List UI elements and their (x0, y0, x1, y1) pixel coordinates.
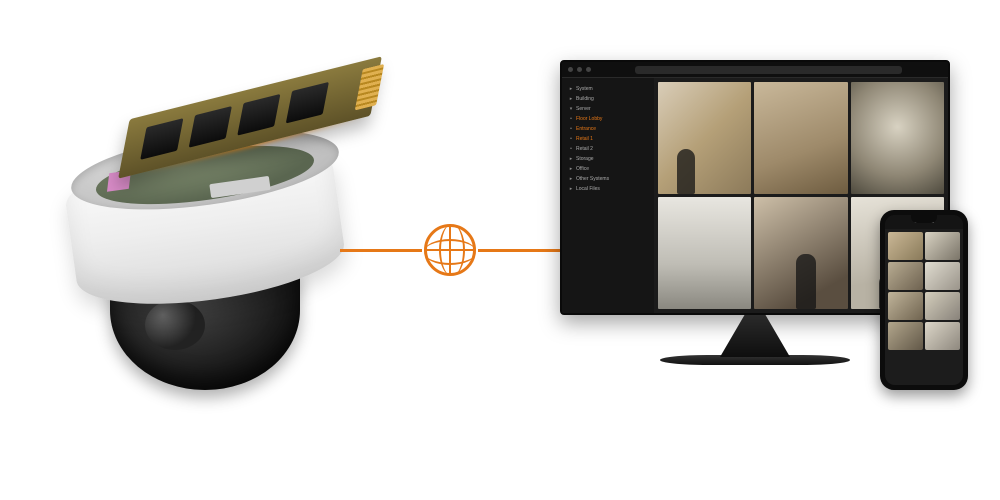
phone-camera-thumbnail (888, 262, 923, 290)
camera-feed (754, 197, 847, 309)
tree-item: ▸Other Systems (566, 174, 650, 184)
phone-camera-thumbnail (925, 322, 960, 350)
tree-item-label: Office (576, 166, 589, 172)
ssd-nand-chip (189, 106, 232, 148)
camera-feed (851, 82, 944, 194)
mobile-phone: Cameras (880, 210, 968, 390)
window-control-icon (577, 67, 582, 72)
globe-icon (424, 224, 476, 276)
network-connection (340, 224, 560, 276)
tree-expand-icon: • (568, 145, 574, 153)
camera-feed (658, 82, 751, 194)
tree-item: ▸System (566, 84, 650, 94)
phone-thumbnail-grid (885, 229, 963, 385)
tree-expand-icon: ▾ (568, 105, 574, 113)
tree-item-label: Storage (576, 156, 594, 162)
phone-notch (911, 215, 937, 223)
ssd-nand-chip (140, 118, 183, 160)
tree-item: ▾Server (566, 104, 650, 114)
tree-item: •Floor Lobby (566, 114, 650, 124)
tree-item: ▸Local Files (566, 184, 650, 194)
camera-with-ssd-illustration (40, 50, 360, 430)
tree-item-label: System (576, 86, 593, 92)
tree-expand-icon: ▸ (568, 85, 574, 93)
phone-camera-thumbnail (888, 322, 923, 350)
tree-item: ▸Storage (566, 154, 650, 164)
window-control-icon (568, 67, 573, 72)
connection-line-right (478, 249, 560, 252)
tree-expand-icon: ▸ (568, 175, 574, 183)
app-titlebar (562, 62, 948, 78)
tree-expand-icon: • (568, 125, 574, 133)
tree-item-label: Retail 1 (576, 136, 593, 142)
tree-expand-icon: • (568, 135, 574, 143)
tree-expand-icon: ▸ (568, 185, 574, 193)
phone-camera-thumbnail (925, 292, 960, 320)
phone-camera-thumbnail (925, 262, 960, 290)
phone-screen: Cameras (885, 215, 963, 385)
window-control-icon (586, 67, 591, 72)
phone-camera-thumbnail (888, 292, 923, 320)
tree-item: •Retail 1 (566, 134, 650, 144)
tree-expand-icon: ▸ (568, 165, 574, 173)
tree-item-label: Other Systems (576, 176, 609, 182)
connection-line-left (340, 249, 422, 252)
tree-item-label: Building (576, 96, 594, 102)
monitor-stand (720, 315, 790, 357)
tree-item: •Retail 2 (566, 144, 650, 154)
ssd-connector-pins (355, 64, 384, 110)
tree-expand-icon: ▸ (568, 155, 574, 163)
tree-item: •Entrance (566, 124, 650, 134)
tree-expand-icon: • (568, 115, 574, 123)
camera-feed (754, 82, 847, 194)
tree-item-label: Server (576, 106, 591, 112)
device-tree-sidebar: ▸System▸Building▾Server•Floor Lobby•Entr… (562, 78, 654, 313)
tree-item-label: Retail 2 (576, 146, 593, 152)
tree-item-label: Local Files (576, 186, 600, 192)
ssd-nand-chip (237, 94, 280, 136)
address-bar (635, 66, 902, 74)
ssd-nand-chip (286, 82, 329, 124)
tree-item: ▸Building (566, 94, 650, 104)
camera-feed (658, 197, 751, 309)
phone-camera-thumbnail (888, 232, 923, 260)
tree-item-label: Floor Lobby (576, 116, 602, 122)
tree-item-label: Entrance (576, 126, 596, 132)
tree-item: ▸Office (566, 164, 650, 174)
tree-expand-icon: ▸ (568, 95, 574, 103)
phone-camera-thumbnail (925, 232, 960, 260)
